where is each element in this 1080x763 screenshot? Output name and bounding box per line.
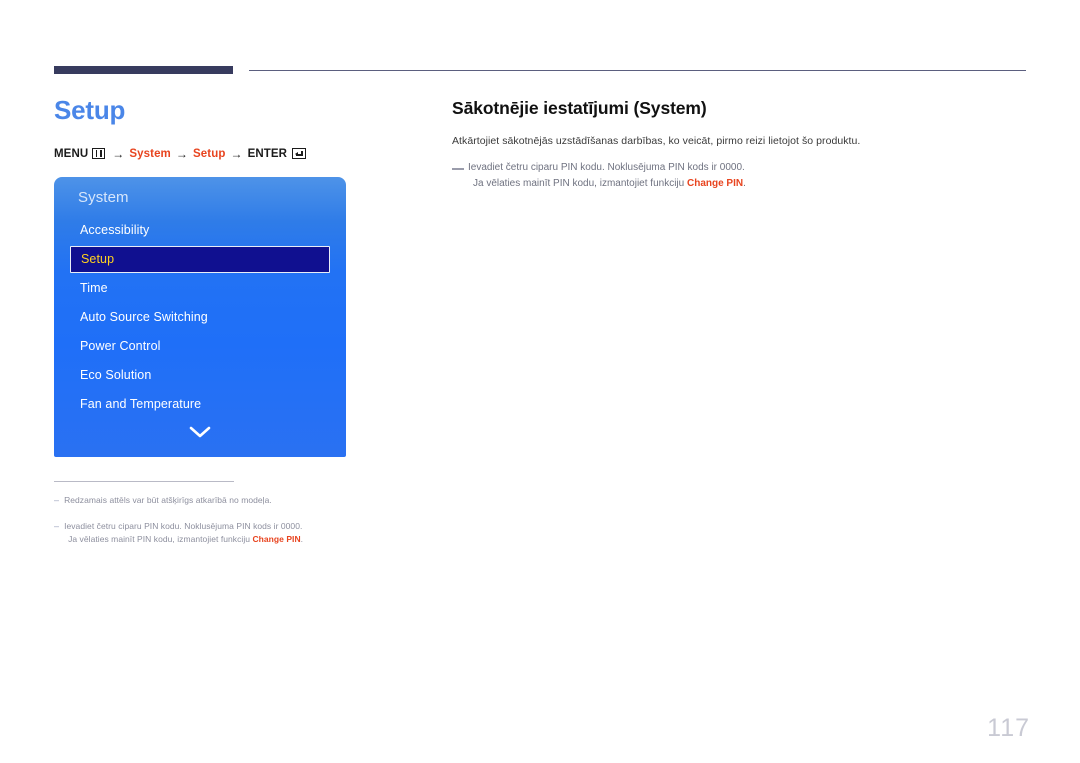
osd-item-time[interactable]: Time bbox=[54, 274, 346, 303]
page-header-rules bbox=[54, 66, 1026, 78]
osd-panel-heading: System bbox=[78, 188, 129, 206]
footnote-separator bbox=[54, 480, 234, 483]
footnote-item: – Redzamais attēls var būt atšķirīgs atk… bbox=[54, 494, 384, 508]
breadcrumb-menu-label: MENU bbox=[54, 147, 89, 160]
right-column: Sākotnējie iestatījumi (System) Atkārtoj… bbox=[452, 98, 1027, 191]
osd-item-fan-and-temperature[interactable]: Fan and Temperature bbox=[54, 390, 346, 419]
menu-grid-icon bbox=[92, 148, 106, 160]
osd-menu-panel: System Accessibility Setup Time Auto Sou… bbox=[54, 176, 346, 457]
note-line-2-prefix: Ja vēlaties mainīt PIN kodu, izmantojiet… bbox=[473, 177, 687, 189]
breadcrumb-enter-label: ENTER bbox=[247, 147, 288, 160]
osd-item-power-control[interactable]: Power Control bbox=[54, 332, 346, 361]
breadcrumb-step-system: System bbox=[129, 147, 171, 160]
section-intro-text: Atkārtojiet sākotnējās uzstādīšanas darb… bbox=[452, 135, 861, 147]
osd-item-setup[interactable]: Setup bbox=[70, 245, 330, 273]
breadcrumb-arrow-1: → bbox=[112, 146, 125, 161]
note-text: Ievadiet četru ciparu PIN kodu. Noklusēj… bbox=[468, 160, 1027, 191]
header-rule-thin bbox=[249, 70, 1026, 71]
section-note: Ievadiet četru ciparu PIN kodu. Noklusēj… bbox=[452, 160, 1027, 191]
footnote-text: Ievadiet četru ciparu PIN kodu. Noklusēj… bbox=[64, 520, 384, 546]
osd-item-auto-source-switching[interactable]: Auto Source Switching bbox=[54, 303, 346, 332]
footnote-line-2-suffix: . bbox=[300, 534, 304, 545]
footnote-item: – Ievadiet četru ciparu PIN kodu. Noklus… bbox=[54, 520, 384, 546]
note-line-2: Ja vēlaties mainīt PIN kodu, izmantojiet… bbox=[468, 178, 746, 189]
breadcrumb: MENU → System → Setup → ENTER bbox=[54, 147, 414, 161]
header-rule-thick bbox=[54, 66, 233, 74]
enter-key-icon bbox=[292, 148, 307, 160]
osd-item-eco-solution[interactable]: Eco Solution bbox=[54, 361, 346, 390]
note-dash-icon bbox=[452, 168, 464, 170]
note-line-1: Ievadiet četru ciparu PIN kodu. Noklusēj… bbox=[468, 162, 745, 174]
page-number: 117 bbox=[987, 714, 1030, 742]
breadcrumb-step-setup: Setup bbox=[193, 147, 226, 160]
osd-menu-list: Accessibility Setup Time Auto Source Swi… bbox=[54, 216, 346, 423]
footnote-list: – Redzamais attēls var būt atšķirīgs atk… bbox=[54, 494, 384, 546]
footnote-line-1: Ievadiet četru ciparu PIN kodu. Noklusēj… bbox=[64, 521, 303, 532]
footnote-change-pin-accent: Change PIN bbox=[252, 534, 301, 545]
breadcrumb-arrow-3: → bbox=[230, 146, 243, 161]
footnote-line-2: Ja vēlaties mainīt PIN kodu, izmantojiet… bbox=[64, 534, 303, 544]
note-line-2-suffix: . bbox=[743, 177, 746, 189]
note-change-pin-accent: Change PIN bbox=[686, 177, 744, 189]
footnote-line-2-prefix: Ja vēlaties mainīt PIN kodu, izmantojiet… bbox=[68, 534, 253, 545]
footnote-text: Redzamais attēls var būt atšķirīgs atkar… bbox=[64, 495, 272, 506]
breadcrumb-arrow-2: → bbox=[175, 146, 188, 161]
chevron-down-icon[interactable] bbox=[54, 423, 346, 451]
osd-item-accessibility[interactable]: Accessibility bbox=[54, 216, 346, 245]
page-title: Setup bbox=[54, 95, 126, 125]
section-title: Sākotnējie iestatījumi (System) bbox=[452, 98, 707, 118]
footnote-dash: – bbox=[54, 495, 60, 506]
left-column: Setup MENU → System → Setup → ENTER Syst… bbox=[54, 96, 414, 558]
footnote-dash: – bbox=[54, 521, 60, 532]
